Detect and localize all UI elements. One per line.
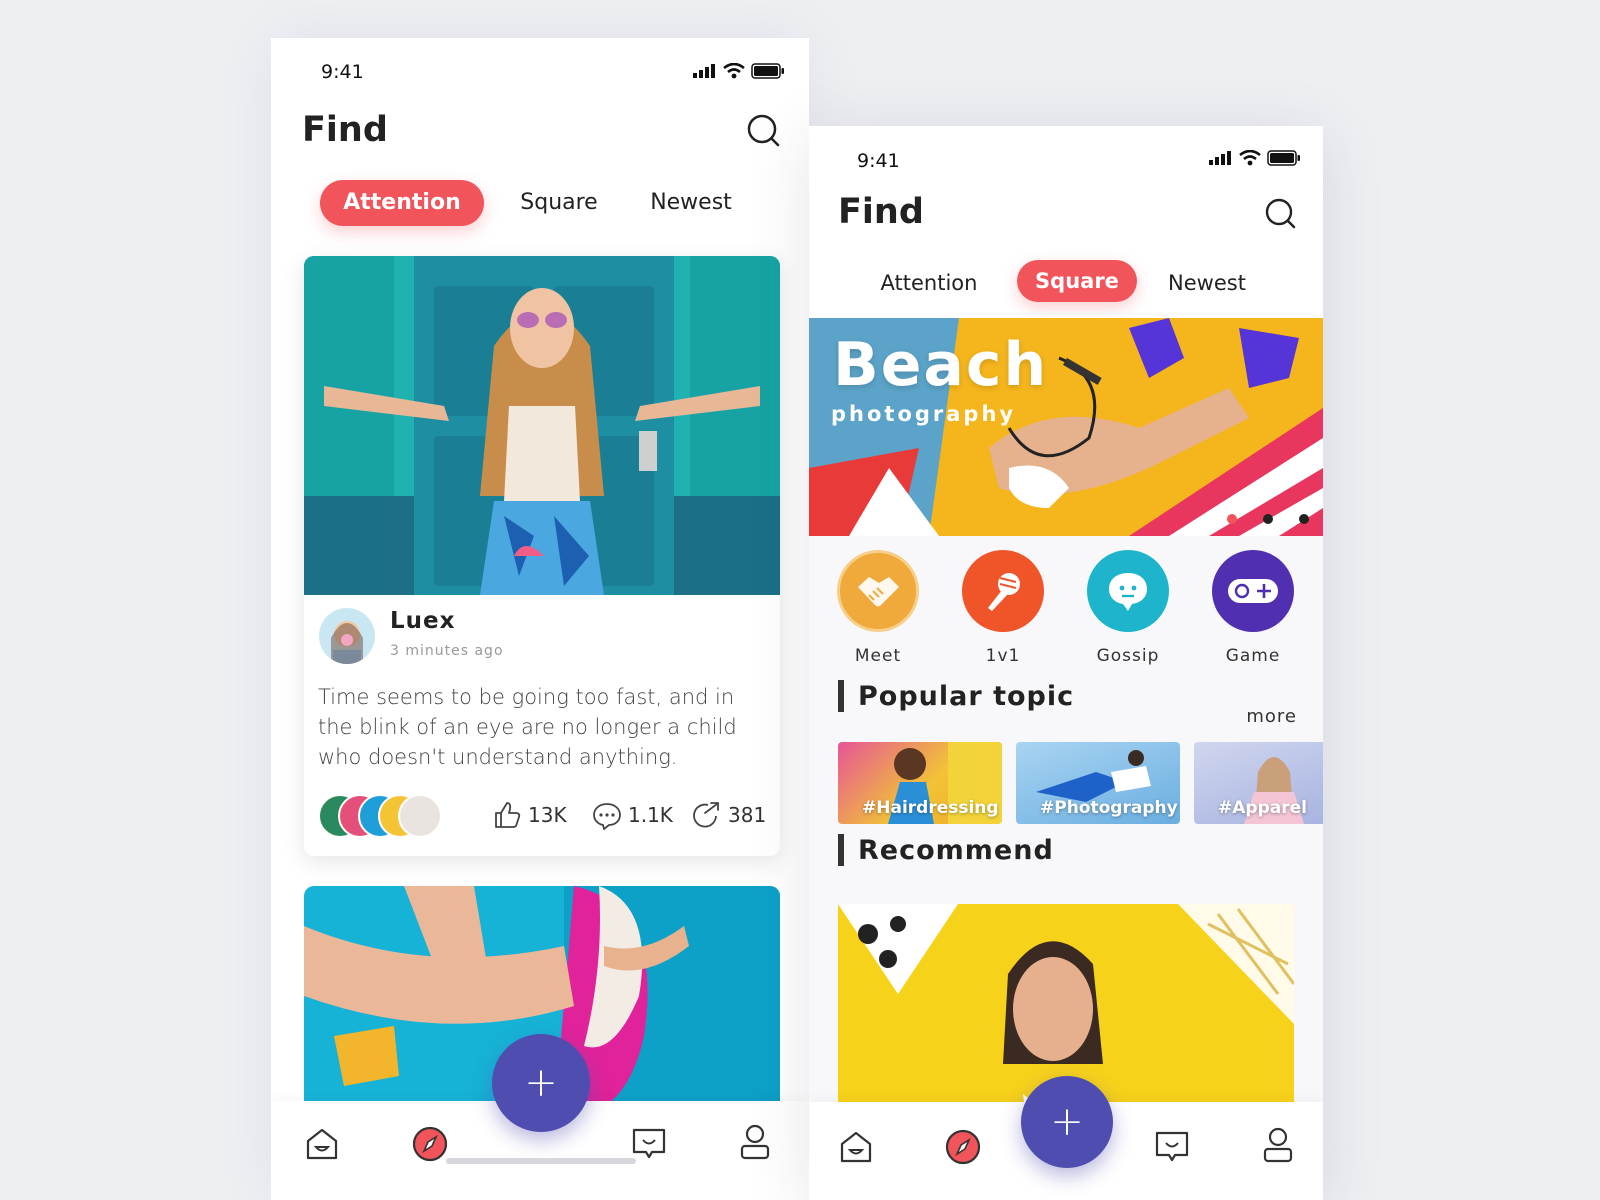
page-title: Find — [838, 192, 924, 232]
wifi-icon — [1239, 150, 1261, 166]
status-time: 9:41 — [857, 150, 900, 172]
messages-icon[interactable] — [1154, 1130, 1190, 1164]
carousel-dot[interactable] — [1227, 514, 1237, 524]
page-title: Find — [302, 110, 388, 150]
category-gossip[interactable]: Gossip — [1078, 550, 1178, 666]
search-icon[interactable] — [747, 114, 781, 148]
like-count: 13K — [528, 803, 567, 827]
post-card[interactable]: Luex 3 minutes ago Time seems to be goin… — [304, 256, 780, 856]
tab-newest[interactable]: Newest — [1147, 260, 1267, 306]
category-game[interactable]: Game — [1203, 550, 1303, 666]
status-time: 9:41 — [321, 61, 364, 83]
topic-label: #Apparel — [1218, 798, 1307, 818]
post-username[interactable]: Luex — [390, 608, 455, 634]
tab-attention[interactable]: Attention — [320, 180, 484, 226]
profile-icon[interactable] — [1262, 1126, 1294, 1164]
section-title: Popular topic — [858, 680, 1075, 712]
battery-icon — [1267, 150, 1300, 166]
post-time: 3 minutes ago — [390, 643, 504, 659]
share-icon — [693, 802, 719, 828]
carousel-dot[interactable] — [1299, 514, 1309, 524]
category-meet[interactable]: Meet — [828, 550, 928, 666]
carousel-dots[interactable] — [1227, 514, 1309, 524]
thumbs-up-icon — [495, 802, 521, 828]
tab-square[interactable]: Square — [499, 180, 619, 226]
topic-label: #Photography — [1040, 798, 1178, 818]
category-label: Gossip — [1096, 646, 1160, 666]
category-1v1[interactable]: 1v1 — [953, 550, 1053, 666]
share-count: 381 — [728, 803, 767, 827]
comment-count: 1.1K — [628, 803, 673, 827]
section-title: Recommend — [858, 834, 1054, 866]
post-photo — [304, 256, 780, 595]
liker-avatar — [398, 794, 442, 838]
home-indicator — [446, 1158, 636, 1164]
comment-icon — [593, 803, 621, 830]
liked-avatars[interactable] — [318, 794, 448, 838]
post-text: Time seems to be going too fast, and in … — [318, 685, 737, 769]
tab-attention[interactable]: Attention — [869, 260, 989, 306]
search-icon[interactable] — [1265, 198, 1297, 230]
plus-icon: + — [1050, 1099, 1084, 1145]
share-stat[interactable]: 381 — [692, 800, 766, 830]
more-link[interactable]: more — [1246, 706, 1297, 727]
carousel-dot[interactable] — [1263, 514, 1273, 524]
tab-newest[interactable]: Newest — [631, 180, 751, 226]
discover-icon[interactable] — [411, 1125, 449, 1163]
category-label: Game — [1225, 646, 1281, 666]
left-phone-screen: 9:41 Find Attention Square Newest Luex 3… — [271, 38, 809, 1200]
section-marker — [838, 680, 844, 712]
category-label: Meet — [854, 646, 902, 666]
battery-icon — [751, 63, 784, 79]
chat-bubble-icon — [1087, 550, 1169, 632]
comment-stat[interactable]: 1.1K — [592, 800, 673, 830]
recommend-heading: Recommend — [838, 834, 1054, 866]
like-stat[interactable]: 13K — [492, 800, 567, 830]
right-phone-screen: 9:41 Find Attention Square Newest Beach … — [809, 126, 1323, 1200]
add-post-button[interactable]: + — [492, 1034, 590, 1132]
tab-square[interactable]: Square — [1017, 260, 1137, 302]
status-icons — [1209, 150, 1301, 166]
status-icons — [693, 63, 785, 79]
add-post-button[interactable]: + — [1021, 1076, 1113, 1168]
home-icon[interactable] — [839, 1130, 873, 1164]
microphone-icon — [962, 550, 1044, 632]
discover-icon[interactable] — [944, 1128, 982, 1166]
topic-card[interactable]: #Photography — [1016, 742, 1180, 824]
featured-banner[interactable]: Beach photography — [809, 318, 1323, 536]
avatar[interactable] — [319, 608, 375, 664]
popular-topic-heading: Popular topic — [838, 680, 1074, 712]
topic-card[interactable]: #Apparel — [1194, 742, 1323, 824]
banner-title: Beach — [833, 330, 1049, 400]
gamepad-icon — [1212, 550, 1294, 632]
tab-bar: Attention Square Newest — [809, 260, 1323, 308]
tab-bar: Attention Square Newest — [271, 180, 809, 228]
category-label: 1v1 — [985, 646, 1021, 666]
section-marker — [838, 834, 844, 866]
messages-icon[interactable] — [631, 1127, 667, 1161]
banner-subtitle: photography — [831, 402, 1017, 426]
handshake-icon — [837, 550, 919, 632]
topic-label: #Hairdressing — [862, 798, 999, 818]
profile-icon[interactable] — [739, 1123, 771, 1161]
home-icon[interactable] — [305, 1127, 339, 1161]
signal-icon — [693, 64, 715, 78]
topic-card[interactable]: #Hairdressing — [838, 742, 1002, 824]
signal-icon — [1209, 151, 1231, 165]
plus-icon: + — [524, 1060, 558, 1106]
avatar-image — [319, 608, 375, 664]
wifi-icon — [723, 63, 745, 79]
